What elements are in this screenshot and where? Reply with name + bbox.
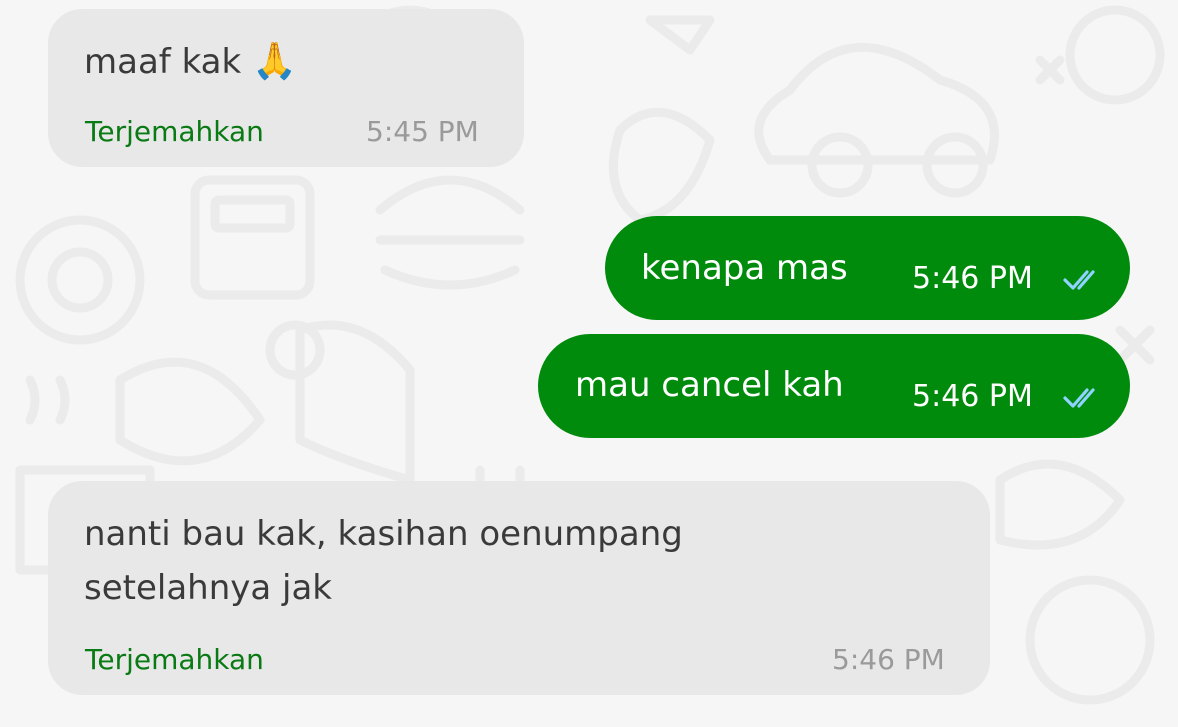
message-text-content: maaf kak (84, 42, 242, 82)
translate-link[interactable]: Terjemahkan (85, 643, 264, 677)
message-timestamp: 5:46 PM (912, 379, 1033, 414)
read-double-check-icon (1063, 270, 1095, 290)
message-timestamp: 5:46 PM (912, 261, 1033, 296)
message-text-line-2: setelahnya jak (84, 568, 332, 608)
folded-hands-emoji-icon: 🙏 (252, 41, 297, 82)
message-text: maaf kak 🙏 (84, 35, 297, 89)
translate-link[interactable]: Terjemahkan (85, 115, 264, 149)
read-double-check-icon (1063, 388, 1095, 408)
chat-thread: maaf kak 🙏 Terjemahkan 5:45 PM kenapa ma… (0, 0, 1178, 727)
incoming-message-bubble[interactable]: nanti bau kak, kasihan oenumpang setelah… (48, 481, 990, 695)
message-timestamp: 5:45 PM (366, 115, 479, 148)
message-text: kenapa mas (641, 248, 848, 288)
message-text: mau cancel kah (575, 365, 844, 405)
incoming-message-bubble[interactable]: maaf kak 🙏 Terjemahkan 5:45 PM (48, 9, 524, 167)
outgoing-message-bubble[interactable]: kenapa mas 5:46 PM (605, 216, 1130, 320)
message-text-line-1: nanti bau kak, kasihan oenumpang (84, 514, 683, 554)
message-timestamp: 5:46 PM (832, 643, 945, 676)
outgoing-message-bubble[interactable]: mau cancel kah 5:46 PM (538, 334, 1130, 438)
